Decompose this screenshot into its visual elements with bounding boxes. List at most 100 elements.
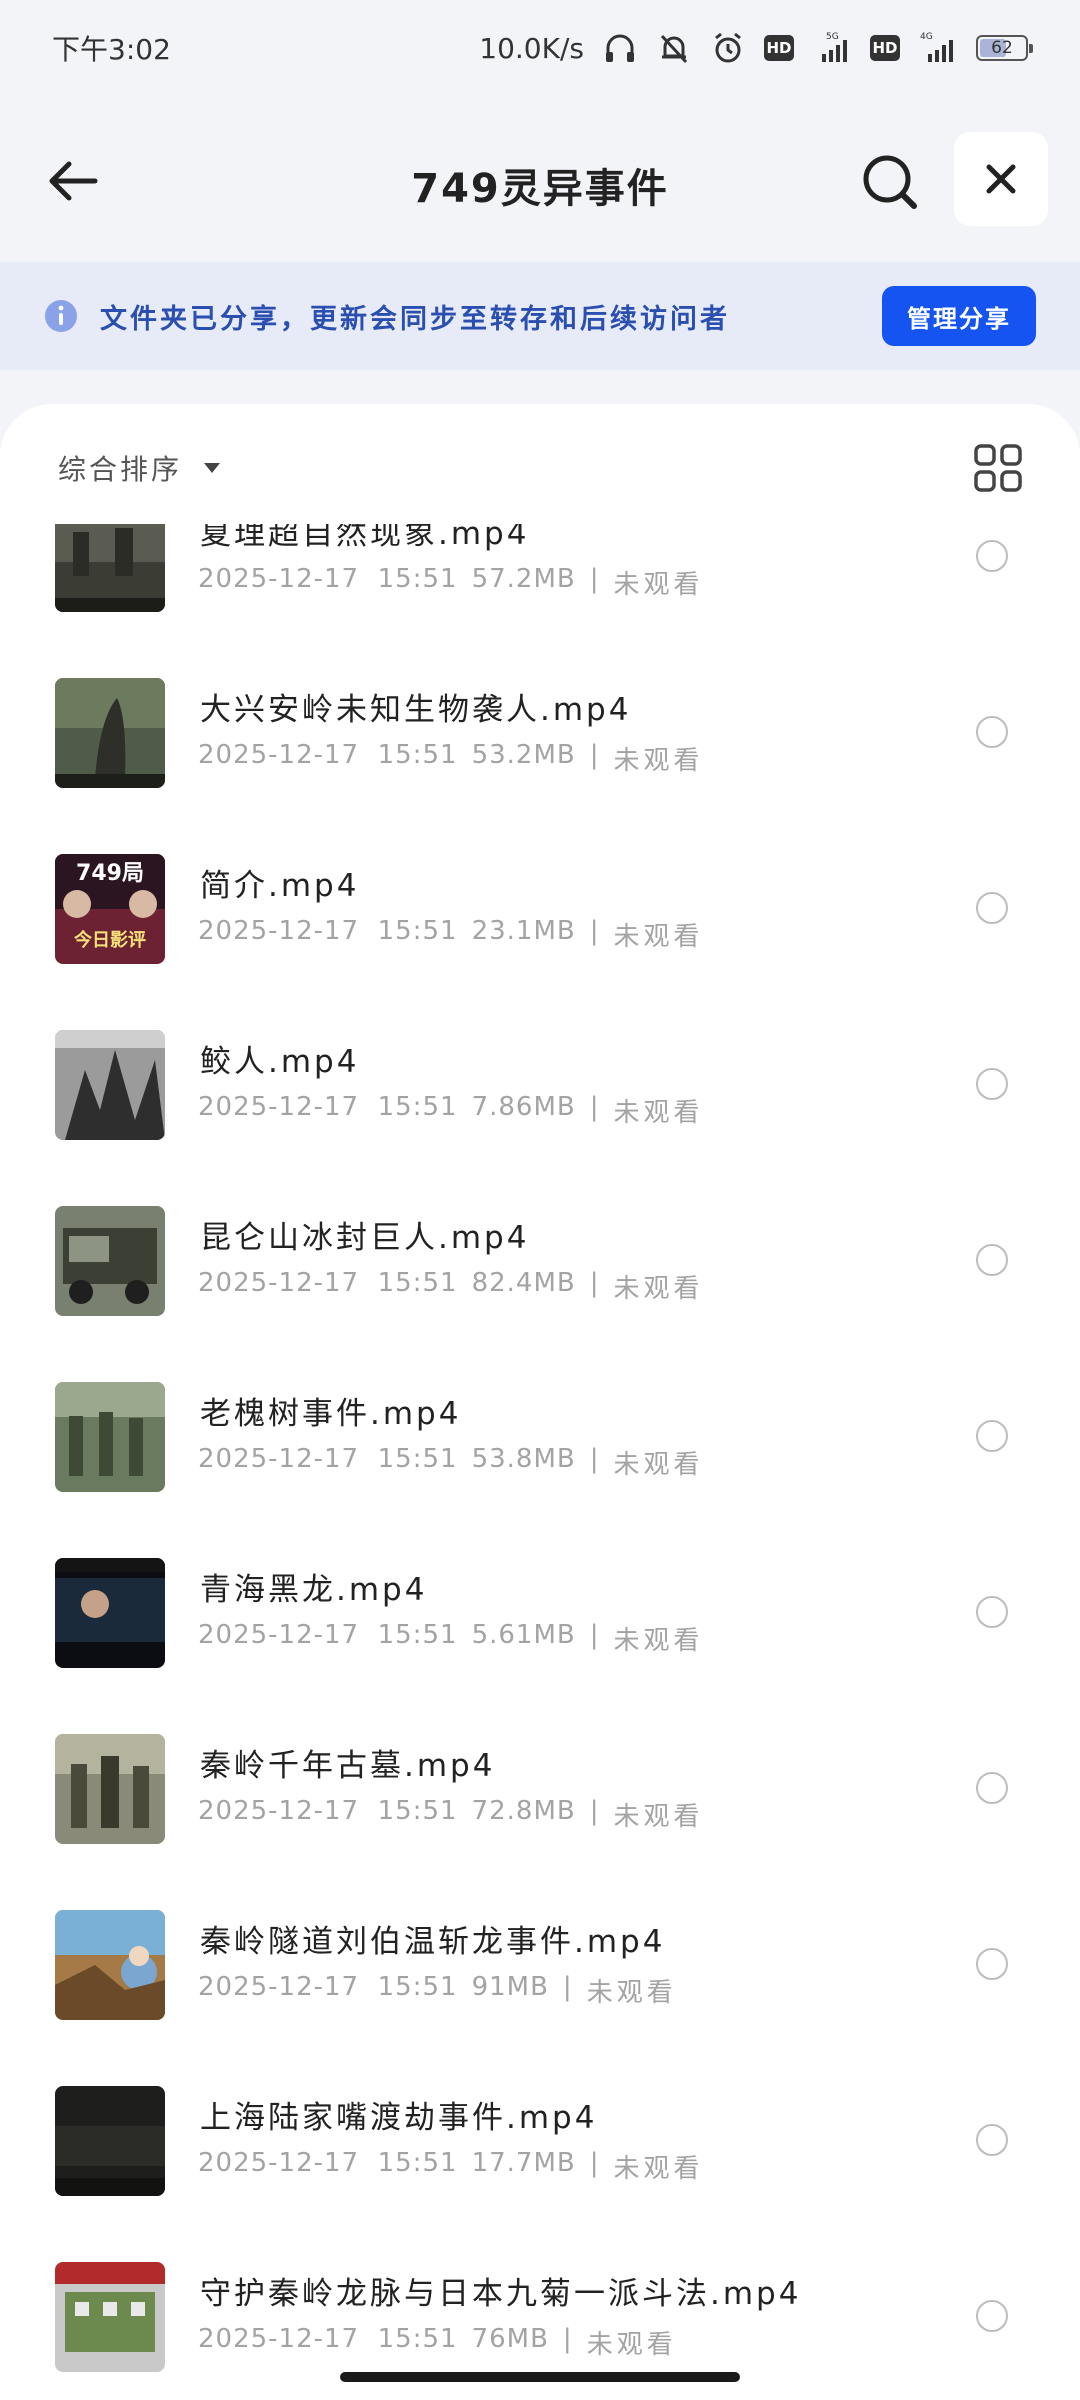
search-icon xyxy=(863,155,917,209)
file-row[interactable]: 老槐树事件.mp4 2025-12-17 15:51 53.8MB | 未观看 xyxy=(0,1352,1080,1528)
headphones-icon xyxy=(602,30,638,66)
file-meta: 2025-12-17 15:51 7.86MB | 未观看 xyxy=(198,1092,704,1129)
signal-5g-icon: 5G xyxy=(812,30,852,66)
file-name: 昆仑山冰封巨人.mp4 xyxy=(200,1220,530,1256)
watch-status: 未观看 xyxy=(613,1450,704,1480)
watch-status: 未观看 xyxy=(586,2330,677,2360)
select-checkbox[interactable] xyxy=(976,716,1008,748)
video-thumbnail xyxy=(55,1030,165,1140)
file-size: 72.8MB xyxy=(471,1796,576,1826)
select-checkbox[interactable] xyxy=(976,892,1008,924)
file-size: 91MB xyxy=(471,1972,549,2002)
file-row[interactable]: 大兴安岭未知生物袭人.mp4 2025-12-17 15:51 53.2MB | 未观看 xyxy=(0,648,1080,824)
file-date: 2025-12-17 15:51 xyxy=(198,1092,458,1122)
file-date: 2025-12-17 15:51 xyxy=(198,1620,458,1650)
video-thumbnail xyxy=(55,678,165,788)
watch-status: 未观看 xyxy=(613,1626,704,1656)
file-row[interactable]: 昆仑山冰封巨人.mp4 2025-12-17 15:51 82.4MB | 未观看 xyxy=(0,1176,1080,1352)
file-date: 2025-12-17 15:51 xyxy=(198,564,458,594)
file-date: 2025-12-17 15:51 xyxy=(198,2324,458,2354)
manage-share-button[interactable]: 管理分享 xyxy=(882,286,1036,346)
file-name: 守护秦岭龙脉与日本九菊一派斗法.mp4 xyxy=(200,2276,802,2312)
meta-separator: | xyxy=(589,916,600,946)
file-meta: 2025-12-17 15:51 82.4MB | 未观看 xyxy=(198,1268,704,1305)
caret-down-icon xyxy=(204,463,221,473)
select-checkbox[interactable] xyxy=(976,1948,1008,1980)
thumbnail-caption: 今日影评 xyxy=(74,929,146,951)
file-date: 2025-12-17 15:51 xyxy=(198,1444,458,1474)
video-thumbnail xyxy=(55,1734,165,1844)
file-meta: 2025-12-17 15:51 72.8MB | 未观看 xyxy=(198,1796,704,1833)
header: 749灵异事件 xyxy=(0,120,1080,238)
watch-status: 未观看 xyxy=(613,2154,704,2184)
file-meta: 2025-12-17 15:51 53.2MB | 未观看 xyxy=(198,740,704,777)
select-checkbox[interactable] xyxy=(976,540,1008,572)
file-meta: 2025-12-17 15:51 57.2MB | 未观看 xyxy=(198,564,704,601)
file-name: 鲛人.mp4 xyxy=(200,1044,360,1080)
video-thumbnail xyxy=(55,1558,165,1668)
select-checkbox[interactable] xyxy=(976,2300,1008,2332)
file-name: 青海黑龙.mp4 xyxy=(200,1572,428,1608)
file-meta: 2025-12-17 15:51 23.1MB | 未观看 xyxy=(198,916,704,953)
select-checkbox[interactable] xyxy=(976,1068,1008,1100)
close-icon xyxy=(986,164,1016,194)
file-name: 大兴安岭未知生物袭人.mp4 xyxy=(200,692,632,728)
file-size: 5.61MB xyxy=(471,1620,576,1650)
grid-view-icon xyxy=(974,444,1022,492)
info-icon xyxy=(45,300,77,332)
video-thumbnail xyxy=(55,2086,165,2196)
select-checkbox[interactable] xyxy=(976,1772,1008,1804)
file-size: 57.2MB xyxy=(471,564,576,594)
file-name: 上海陆家嘴渡劫事件.mp4 xyxy=(200,2100,598,2136)
file-row[interactable]: 鲛人.mp4 2025-12-17 15:51 7.86MB | 未观看 xyxy=(0,1000,1080,1176)
watch-status: 未观看 xyxy=(613,570,704,600)
file-content-panel: 夏理超自然现象.mp4 2025-12-17 15:51 57.2MB | 未观看 大兴安… xyxy=(0,404,1080,2400)
meta-separator: | xyxy=(589,2148,600,2178)
search-button[interactable] xyxy=(852,144,928,220)
watch-status: 未观看 xyxy=(613,1098,704,1128)
file-row[interactable]: 青海黑龙.mp4 2025-12-17 15:51 5.61MB | 未观看 xyxy=(0,1528,1080,1704)
battery-level: 62 xyxy=(991,38,1013,58)
file-row[interactable]: 秦岭隧道刘伯温斩龙事件.mp4 2025-12-17 15:51 91MB | 未观看 xyxy=(0,1880,1080,2056)
meta-separator: | xyxy=(589,740,600,770)
select-checkbox[interactable] xyxy=(976,2124,1008,2156)
file-size: 82.4MB xyxy=(471,1268,576,1298)
file-row[interactable]: 秦岭千年古墓.mp4 2025-12-17 15:51 72.8MB | 未观看 xyxy=(0,1704,1080,1880)
file-row[interactable]: 上海陆家嘴渡劫事件.mp4 2025-12-17 15:51 17.7MB | 未观看 xyxy=(0,2056,1080,2232)
signal-4g-icon: 4G xyxy=(918,30,958,66)
file-list[interactable]: 夏理超自然现象.mp4 2025-12-17 15:51 57.2MB | 未观看 大兴安… xyxy=(0,404,1080,2400)
share-banner: 文件夹已分享，更新会同步至转存和后续访问者 管理分享 xyxy=(0,262,1080,370)
file-row[interactable]: 749局今日影评 简介.mp4 2025-12-17 15:51 23.1MB | 未观看 xyxy=(0,824,1080,1000)
home-indicator[interactable] xyxy=(340,2372,740,2382)
sort-dropdown[interactable]: 综合排序 xyxy=(58,448,222,488)
grid-view-button[interactable] xyxy=(972,442,1024,494)
app-root: 下午3:02 10.0K/s HD 5G HD 4G 62 749灵异事件 文件… xyxy=(0,0,1080,2400)
network-speed: 10.0K/s xyxy=(479,31,584,65)
file-date: 2025-12-17 15:51 xyxy=(198,1972,458,2002)
signal-5g-label: 5G xyxy=(826,32,839,42)
file-date: 2025-12-17 15:51 xyxy=(198,740,458,770)
file-size: 17.7MB xyxy=(471,2148,576,2178)
meta-separator: | xyxy=(589,1268,600,1298)
file-size: 23.1MB xyxy=(471,916,576,946)
thumbnail-caption: 749局 xyxy=(76,861,144,886)
select-checkbox[interactable] xyxy=(976,1420,1008,1452)
select-checkbox[interactable] xyxy=(976,1244,1008,1276)
video-thumbnail xyxy=(55,1206,165,1316)
list-toolbar: 综合排序 xyxy=(0,404,1080,524)
sort-label: 综合排序 xyxy=(58,453,183,486)
file-name: 秦岭隧道刘伯温斩龙事件.mp4 xyxy=(200,1924,666,1960)
close-button[interactable] xyxy=(954,132,1048,226)
meta-separator: | xyxy=(562,2324,573,2354)
file-name: 简介.mp4 xyxy=(200,868,360,904)
meta-separator: | xyxy=(562,1972,573,2002)
file-meta: 2025-12-17 15:51 17.7MB | 未观看 xyxy=(198,2148,704,2185)
file-date: 2025-12-17 15:51 xyxy=(198,1268,458,1298)
file-meta: 2025-12-17 15:51 91MB | 未观看 xyxy=(198,1972,677,2009)
file-date: 2025-12-17 15:51 xyxy=(198,916,458,946)
status-icons: 10.0K/s HD 5G HD 4G 62 xyxy=(479,30,1033,66)
video-thumbnail xyxy=(55,1382,165,1492)
select-checkbox[interactable] xyxy=(976,1596,1008,1628)
watch-status: 未观看 xyxy=(613,922,704,952)
meta-separator: | xyxy=(589,1620,600,1650)
